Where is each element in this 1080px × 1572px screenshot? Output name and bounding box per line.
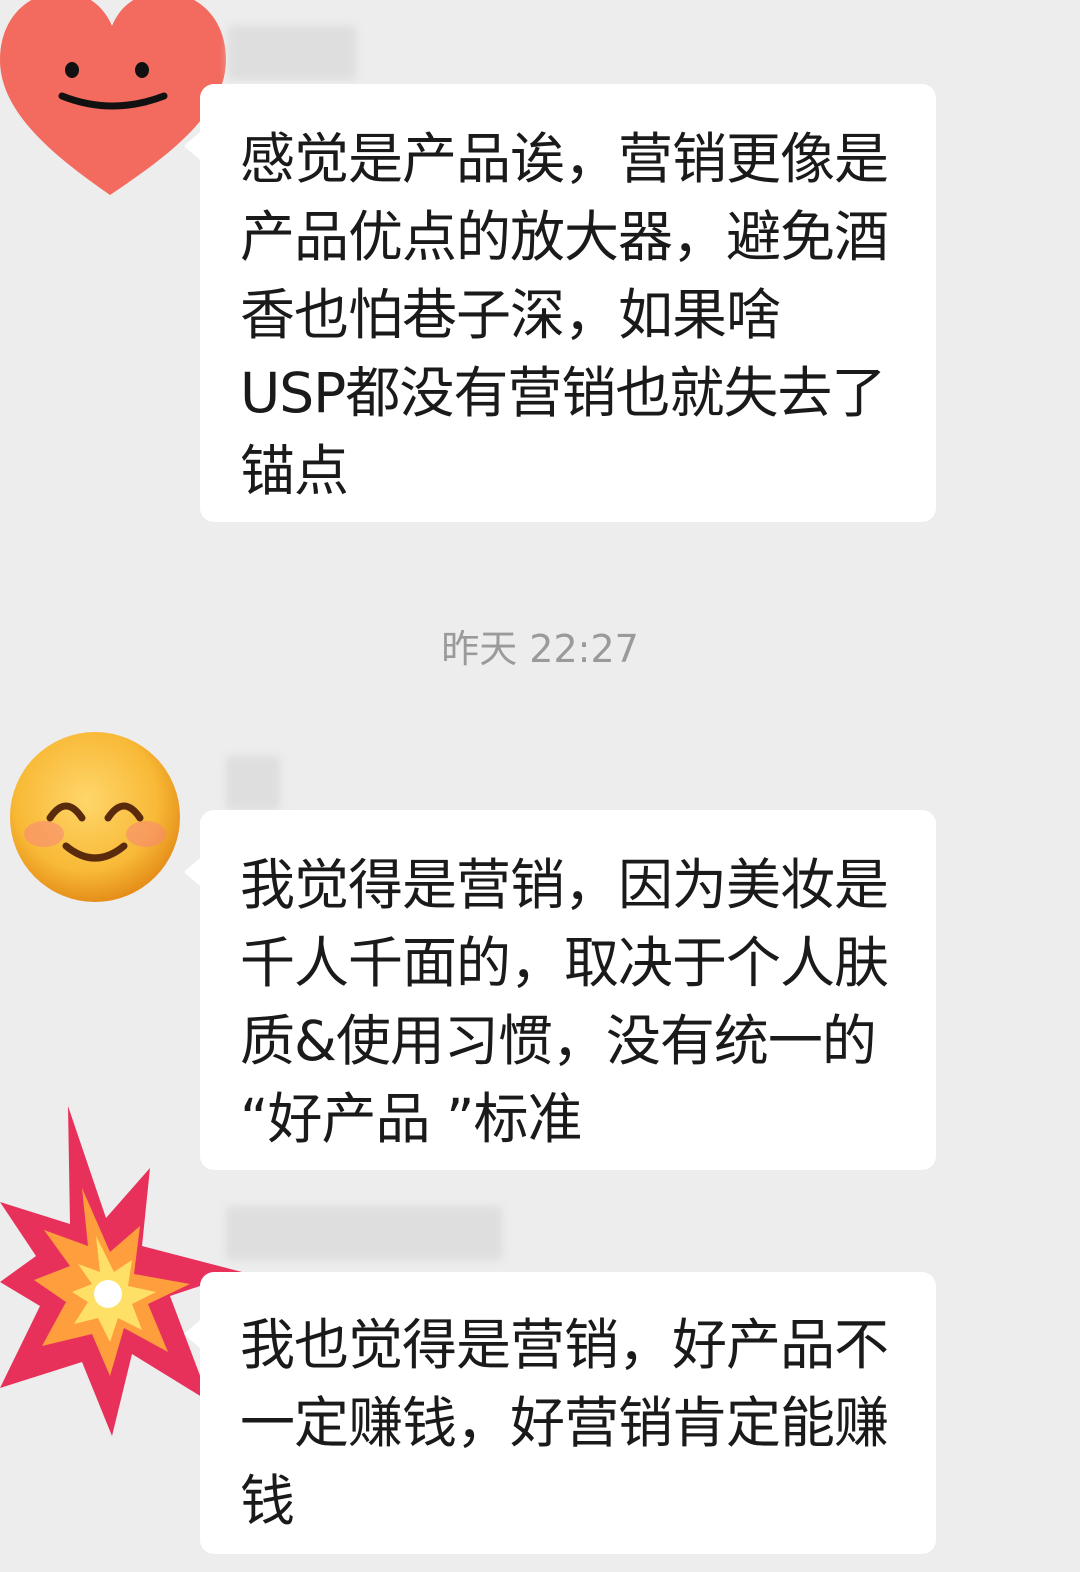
sender-name-redacted: [226, 1206, 502, 1260]
message-bubble[interactable]: 我觉得是营销，因为美妆是 千人千面的，取决于个人肤 质&使用习惯，没有统一的 “…: [184, 810, 936, 1170]
sender-name-redacted: [228, 26, 356, 80]
message-text: 我也觉得是营销，好产品不 一定赚钱，好营销肯定能赚 钱: [240, 1313, 889, 1533]
sender-name-redacted: [226, 756, 280, 810]
smiling-face-icon[interactable]: [8, 730, 182, 904]
message-bubble[interactable]: 感觉是产品诶，营销更像是 产品优点的放大器，避免酒 香也怕巷子深，如果啥 USP…: [184, 84, 936, 522]
message-text: 我觉得是营销，因为美妆是 千人千面的，取决于个人肤 质&使用习惯，没有统一的 “…: [240, 853, 889, 1151]
timestamp: 昨天 22:27: [441, 627, 639, 671]
message-bubble[interactable]: 我也觉得是营销，好产品不 一定赚钱，好营销肯定能赚 钱: [184, 1272, 936, 1554]
smiling-heart-icon[interactable]: [0, 0, 230, 200]
message-text: 感觉是产品诶，营销更像是 产品优点的放大器，避免酒 香也怕巷子深，如果啥 USP…: [240, 127, 889, 503]
